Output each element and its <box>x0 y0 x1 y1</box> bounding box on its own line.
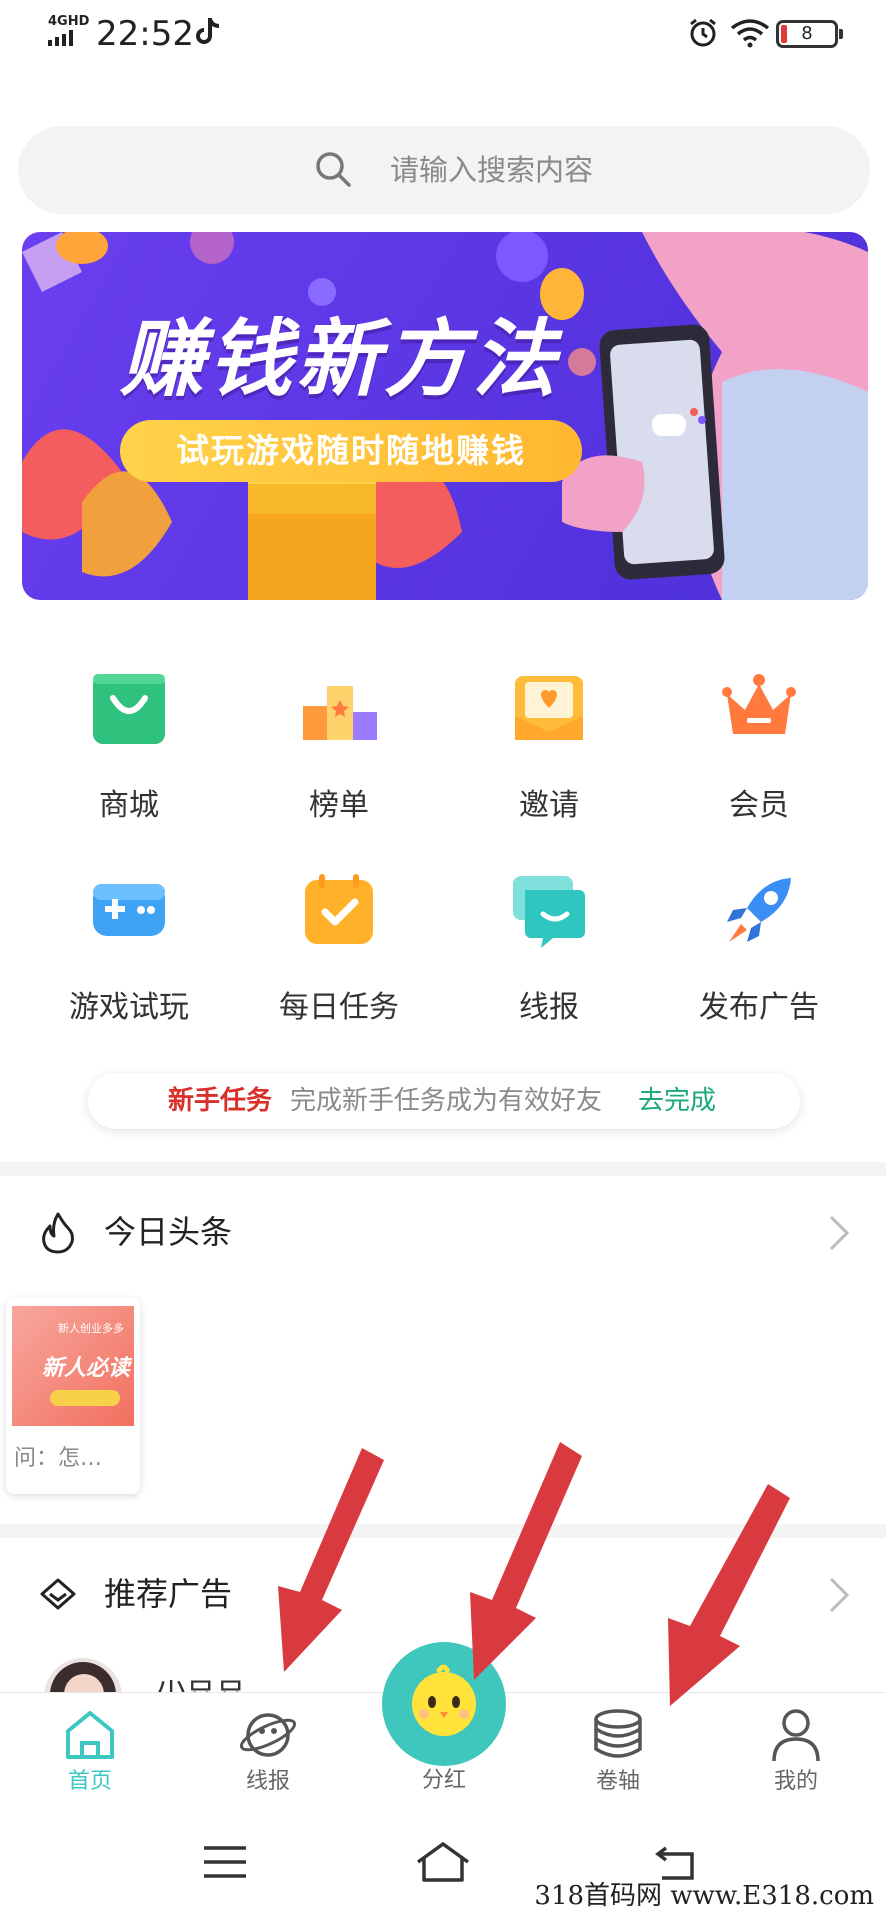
tiktok-icon <box>196 18 220 44</box>
newbie-task-action[interactable]: 去完成 <box>638 1073 716 1129</box>
chevron-right-icon <box>829 1215 850 1251</box>
headlines-title: 今日头条 <box>104 1213 233 1251</box>
newbie-task-desc: 完成新手任务成为有效好友 <box>290 1086 603 1116</box>
chick-icon <box>412 1664 476 1736</box>
tab-label: 卷轴 <box>595 1769 640 1794</box>
search-icon <box>316 152 351 187</box>
menu-item-news[interactable]: 线报 <box>444 870 654 1030</box>
home-nav-icon[interactable] <box>414 1840 472 1884</box>
search-placeholder: 请输入搜索内容 <box>390 153 594 187</box>
newbie-task-label: 新手任务 <box>168 1086 273 1116</box>
headline-thumbnail: 新人创业多多 新人必读 <box>12 1306 134 1426</box>
menu-label: 邀请 <box>519 788 579 823</box>
menu-label: 游戏试玩 <box>69 990 189 1025</box>
alarm-icon <box>690 18 716 47</box>
menu-item-invite[interactable]: 邀请 <box>444 668 654 828</box>
menu-label: 商城 <box>99 788 159 823</box>
coin-stack-icon <box>594 1709 642 1758</box>
shopping-bag-icon <box>93 674 165 744</box>
crown-icon <box>722 674 796 734</box>
tab-scroll[interactable]: 卷轴 <box>538 1693 698 1805</box>
podium-icon <box>303 686 377 740</box>
tab-label: 首页 <box>67 1769 112 1794</box>
signal-icon <box>48 30 73 46</box>
menu-item-publish-ad[interactable]: 发布广告 <box>654 870 864 1030</box>
headlines-header[interactable]: 今日头条 <box>0 1192 886 1272</box>
section-divider <box>0 1162 886 1176</box>
tab-label: 我的 <box>773 1769 818 1794</box>
menu-item-mall[interactable]: 商城 <box>24 668 234 828</box>
section-divider <box>0 1524 886 1538</box>
flame-icon <box>42 1212 74 1254</box>
menu-label: 会员 <box>729 788 789 823</box>
menu-item-vip[interactable]: 会员 <box>654 668 864 828</box>
tab-label: 线报 <box>245 1769 290 1794</box>
battery-level: 8 <box>801 23 813 44</box>
wifi-icon <box>730 19 770 48</box>
chevron-right-icon <box>829 1577 850 1613</box>
menu-label: 线报 <box>519 990 579 1025</box>
home-icon <box>66 1711 114 1759</box>
menu-label: 每日任务 <box>279 990 399 1025</box>
tab-dividend-label: 分红 <box>421 1768 466 1793</box>
thumbnail-tag: 新人创业多多 <box>58 1322 124 1335</box>
headline-text: 问：怎… <box>14 1446 103 1471</box>
menu-item-daily-task[interactable]: 每日任务 <box>234 870 444 1030</box>
recommended-title: 推荐广告 <box>104 1575 233 1613</box>
invite-envelope-icon <box>515 676 583 740</box>
watermark: 318首码网 www.E318.com <box>534 1881 874 1911</box>
rocket-icon <box>727 878 791 942</box>
network-type: 4GHD <box>48 14 90 29</box>
tab-dividend[interactable] <box>382 1642 506 1766</box>
user-icon <box>772 1709 820 1762</box>
tab-home[interactable]: 首页 <box>10 1693 170 1805</box>
headline-card[interactable]: 新人创业多多 新人必读 问：怎… <box>6 1298 140 1494</box>
thumbnail-badge <box>50 1390 120 1406</box>
tab-news[interactable]: 线报 <box>188 1693 348 1805</box>
chat-bubble-icon <box>513 876 585 948</box>
search-bar[interactable]: 请输入搜索内容 <box>18 126 870 214</box>
battery-icon: 8 <box>776 20 843 48</box>
banner-subtitle-pill: 试玩游戏随时随地赚钱 <box>120 420 582 482</box>
menu-label: 榜单 <box>309 788 369 823</box>
banner-illustration <box>22 232 868 600</box>
planet-icon <box>239 1713 297 1757</box>
thumbnail-title: 新人必读 <box>42 1356 131 1381</box>
gamepad-icon <box>93 884 165 936</box>
diamond-icon <box>40 1578 76 1610</box>
banner-subtitle: 试玩游戏随时随地赚钱 <box>176 431 526 470</box>
clock: 22:52 <box>96 14 194 54</box>
calendar-check-icon <box>305 874 373 944</box>
recommended-header[interactable]: 推荐广告 <box>0 1554 886 1634</box>
menu-item-ranking[interactable]: 榜单 <box>234 668 444 828</box>
menu-icon[interactable] <box>200 1840 250 1884</box>
status-bar: 4GHD 22:52 8 <box>0 0 886 70</box>
newbie-task-bar[interactable]: 新手任务 完成新手任务成为有效好友 去完成 <box>88 1073 800 1129</box>
promo-banner[interactable]: 赚钱新方法 试玩游戏随时随地赚钱 <box>22 232 868 600</box>
menu-item-game-trial[interactable]: 游戏试玩 <box>24 870 234 1030</box>
banner-title: 赚钱新方法 <box>120 310 561 408</box>
menu-label: 发布广告 <box>699 990 819 1025</box>
tab-me[interactable]: 我的 <box>716 1693 876 1805</box>
